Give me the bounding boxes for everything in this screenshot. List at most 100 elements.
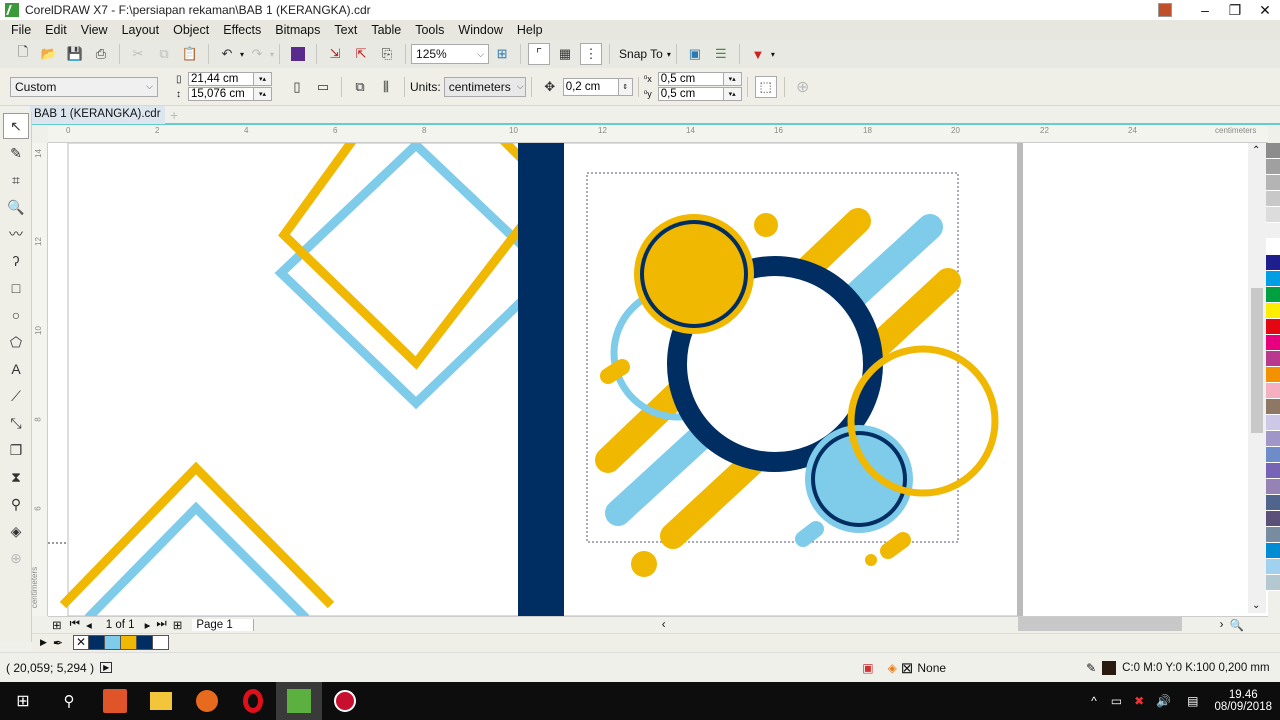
page-height-spinner[interactable]: ▾▴ <box>254 87 272 101</box>
battery-icon[interactable]: ▭ <box>1111 694 1122 708</box>
menu-layout[interactable]: Layout <box>122 23 160 37</box>
palette-swatch[interactable] <box>1266 223 1280 239</box>
next-page-icon[interactable]: ▸ <box>145 618 151 632</box>
application-launcher-icon[interactable]: ▼ <box>747 43 769 65</box>
palette-swatch[interactable] <box>1266 159 1280 175</box>
shape-tool-icon[interactable]: ✎ <box>3 140 29 166</box>
color-proof-icon[interactable]: ▣ <box>862 661 873 675</box>
minimize-button[interactable]: – <box>1190 0 1220 20</box>
publish-pdf-icon[interactable]: ⎘ <box>376 43 398 65</box>
zoom-level-combo[interactable]: 125% ⌵ <box>411 44 490 64</box>
start-button[interactable]: ⊞ <box>0 682 46 720</box>
rectangle-tool-icon[interactable]: □ <box>3 275 29 301</box>
menu-edit[interactable]: Edit <box>45 23 67 37</box>
menu-help[interactable]: Help <box>517 23 543 37</box>
add-icon[interactable]: ⊕ <box>792 76 814 98</box>
copy-icon[interactable]: ⧉ <box>153 43 175 65</box>
duplicate-y-spinner[interactable]: ▾▴ <box>723 87 742 101</box>
drop-shadow-icon[interactable]: ❐ <box>3 437 29 463</box>
duplicate-x-input[interactable] <box>657 72 724 86</box>
paste-icon[interactable]: 📋 <box>179 43 201 65</box>
document-color-swatch[interactable] <box>88 635 105 650</box>
palette-swatch[interactable] <box>1266 575 1280 591</box>
previous-page-icon[interactable]: ◂ <box>86 618 92 632</box>
treat-as-filled-icon[interactable]: ⬚ <box>754 75 777 98</box>
zoom-tool-icon[interactable]: 🔍 <box>3 194 29 220</box>
insert-page-after-icon[interactable]: ⊞ <box>173 618 183 632</box>
full-screen-preview-icon[interactable]: ⊞ <box>491 43 513 65</box>
user-account-icon[interactable] <box>1158 3 1172 17</box>
pill-gold-bottom[interactable] <box>880 532 911 559</box>
volume-icon[interactable]: 🔊 <box>1156 694 1171 708</box>
connector-tool-icon[interactable]: ⤡ <box>3 410 29 436</box>
cut-icon[interactable]: ✂ <box>127 43 149 65</box>
text-tool-icon[interactable]: A <box>3 356 29 382</box>
save-icon[interactable]: 💾 <box>64 43 86 65</box>
welcome-screen-icon[interactable]: ▣ <box>684 43 706 65</box>
ellipse-tool-icon[interactable]: ○ <box>3 302 29 328</box>
snap-to-button[interactable]: Snap To <box>619 47 663 61</box>
notifications-icon[interactable]: ▤ <box>1187 694 1198 708</box>
dot-gold-top[interactable] <box>754 213 778 237</box>
duplicate-y-input[interactable] <box>657 87 724 101</box>
circle-gold-inner-ring[interactable] <box>640 220 748 328</box>
portrait-icon[interactable]: ▯ <box>286 76 308 98</box>
document-color-swatch[interactable] <box>152 635 169 650</box>
page-tab[interactable]: Page 1 <box>192 618 254 631</box>
units-select[interactable]: centimeters ⌵ <box>443 76 526 97</box>
dot-gold-bottom-left[interactable] <box>631 551 657 577</box>
artistic-media-icon[interactable]: ʔ <box>3 248 29 274</box>
palette-swatch[interactable] <box>1266 511 1280 527</box>
eyedropper-icon[interactable]: ✒ <box>53 636 63 650</box>
landscape-icon[interactable]: ▭ <box>312 76 334 98</box>
scroll-up-icon[interactable]: ⌃ <box>1252 145 1260 156</box>
outline-color-swatch[interactable] <box>1102 660 1117 675</box>
menu-table[interactable]: Table <box>371 23 401 37</box>
close-button[interactable]: ✕ <box>1250 0 1280 20</box>
scroll-down-icon[interactable]: ⌄ <box>1252 600 1260 611</box>
new-icon[interactable]: 🗋 <box>12 43 34 65</box>
clock[interactable]: 19.46 08/09/2018 <box>1214 689 1272 713</box>
document-color-swatch[interactable] <box>104 635 121 650</box>
taskbar-opera[interactable] <box>230 682 276 720</box>
palette-swatch[interactable] <box>1266 447 1280 463</box>
menu-bitmaps[interactable]: Bitmaps <box>275 23 320 37</box>
palette-swatch[interactable] <box>1266 415 1280 431</box>
palette-swatch[interactable] <box>1266 335 1280 351</box>
taskbar-firefox[interactable] <box>184 682 230 720</box>
scroll-right-icon[interactable]: › <box>1220 619 1224 631</box>
interactive-fill-icon[interactable]: ◈ <box>3 518 29 544</box>
taskbar-coreldraw[interactable] <box>276 682 322 720</box>
menu-file[interactable]: File <box>11 23 31 37</box>
polygon-tool-icon[interactable]: ⬠ <box>3 329 29 355</box>
taskbar-app-1[interactable] <box>92 682 138 720</box>
export-icon[interactable]: ⇱ <box>350 43 372 65</box>
redo-icon[interactable]: ↷ <box>246 43 268 65</box>
all-pages-icon[interactable]: ⧉ <box>349 76 371 98</box>
palette-swatch[interactable] <box>1266 543 1280 559</box>
last-page-icon[interactable]: ⏭ <box>156 618 166 631</box>
pill-sky-small[interactable] <box>795 521 824 547</box>
document-color-swatch[interactable] <box>136 635 153 650</box>
show-hidden-icons[interactable]: ^ <box>1091 694 1097 708</box>
color-eyedropper-icon[interactable]: ⚲ <box>3 491 29 517</box>
menu-tools[interactable]: Tools <box>415 23 444 37</box>
open-icon[interactable]: 📂 <box>38 43 60 65</box>
palette-swatch[interactable] <box>1266 239 1280 255</box>
show-rulers-icon[interactable]: ⌜ <box>528 43 551 65</box>
palette-swatch[interactable] <box>1266 287 1280 303</box>
palette-swatch[interactable] <box>1266 399 1280 415</box>
palette-swatch[interactable] <box>1266 255 1280 271</box>
new-tab-icon[interactable]: + <box>170 107 178 123</box>
palette-swatch[interactable] <box>1266 319 1280 335</box>
freehand-tool-icon[interactable]: 〰 <box>3 221 29 247</box>
crop-tool-icon[interactable]: ⌗ <box>3 167 29 193</box>
undo-icon[interactable]: ↶ <box>216 43 238 65</box>
search-button[interactable]: ⚲ <box>46 682 92 720</box>
palette-swatch[interactable] <box>1266 143 1280 159</box>
navy-vertical-bar[interactable] <box>518 143 564 616</box>
drawing-canvas[interactable] <box>48 143 1268 616</box>
palette-swatch[interactable] <box>1266 383 1280 399</box>
palette-swatch[interactable] <box>1266 431 1280 447</box>
palette-menu-icon[interactable]: ▶ <box>40 637 47 648</box>
